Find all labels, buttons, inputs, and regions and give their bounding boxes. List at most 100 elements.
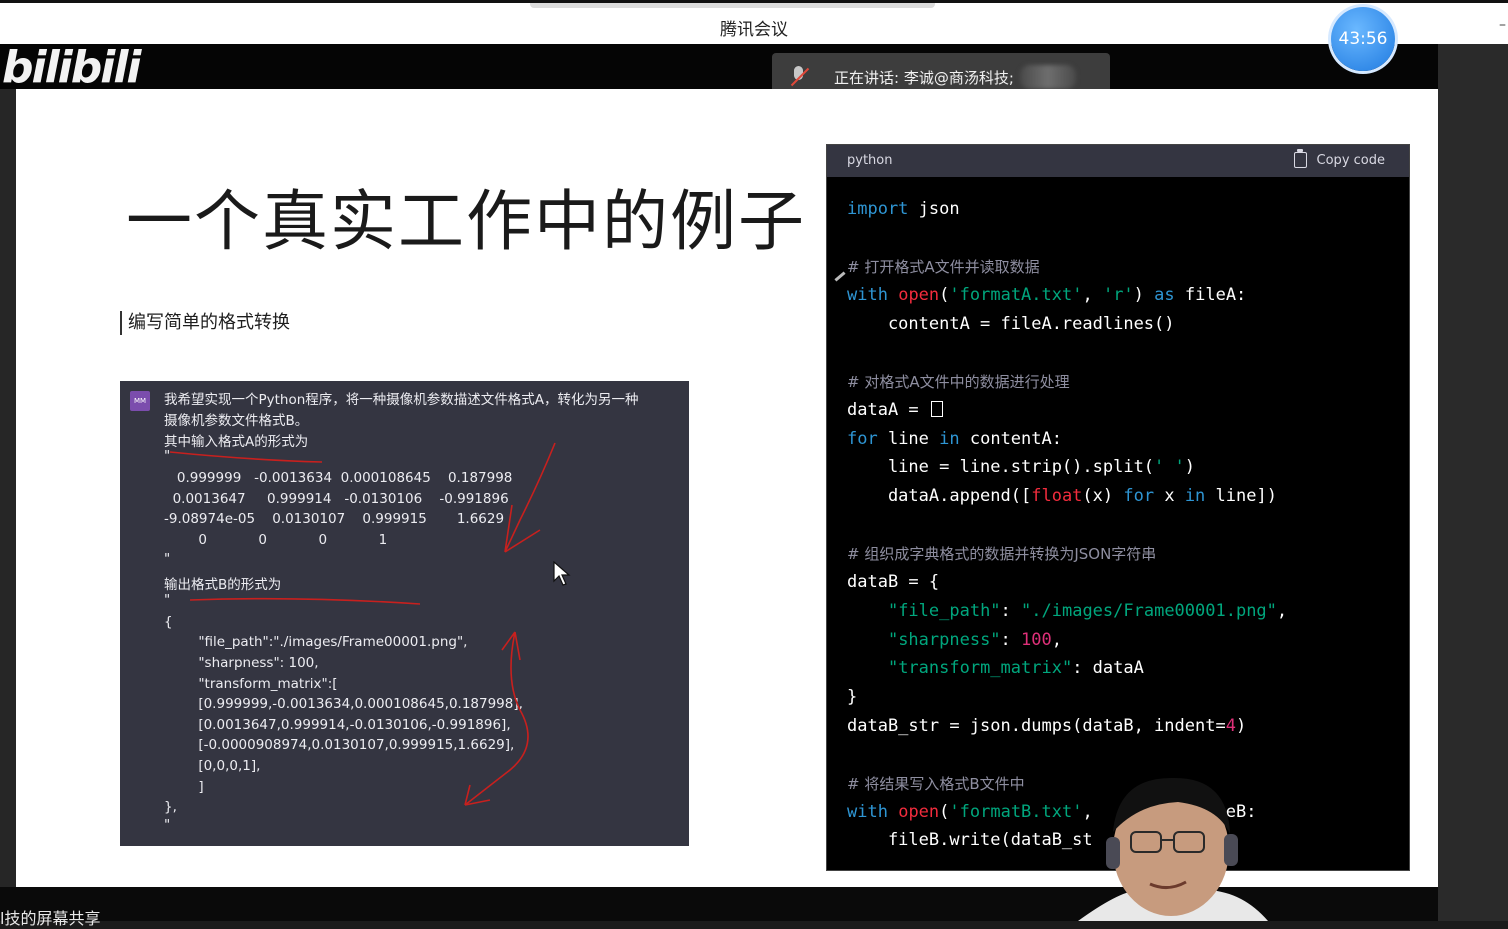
code-token: "file_path" <box>887 601 1001 621</box>
chat-line: [0.0013647,0.999914,-0.0130106,-0.991896… <box>164 717 511 733</box>
code-token: dataA.append([ <box>847 486 1032 506</box>
code-token: # 对格式A文件中的数据进行处理 <box>847 373 1070 391</box>
mouse-pointer-icon <box>553 561 571 586</box>
chat-line: 输出格式B的形式为 <box>164 577 282 593</box>
code-token: json <box>908 199 960 219</box>
left-gutter <box>0 89 16 887</box>
chat-line: 0 0 0 1 <box>164 532 388 548</box>
code-token: ) <box>1184 457 1196 477</box>
copy-code-button[interactable]: Copy code <box>1293 149 1385 168</box>
code-token: open <box>898 802 940 822</box>
code-line: "file_path": "./images/Frame00001.png", <box>847 601 1287 621</box>
code-token: with <box>847 802 888 822</box>
code-token: ( <box>939 802 950 822</box>
chat-line: " <box>164 817 171 833</box>
chat-line: 其中输入格式A的形式为 <box>164 434 309 450</box>
speaking-label: 正在讲话: 李诚@商汤科技; <box>834 68 1014 87</box>
code-line: dataA = <box>847 400 943 420</box>
code-token: for <box>1123 486 1155 506</box>
chat-line: ] <box>164 779 204 795</box>
code-token: ) <box>1133 285 1155 305</box>
code-token: with <box>847 285 888 305</box>
code-token: } <box>847 687 858 707</box>
code-line: dataA.append([float(x) for x in line]) <box>847 486 1277 506</box>
code-token: , <box>1082 285 1103 305</box>
code-line: # 组织成字典格式的数据并转换为JSON字符串 <box>847 543 1156 564</box>
code-token: (x) <box>1082 486 1124 506</box>
code-line: with open('formatA.txt', 'r') as fileA: <box>847 285 1246 305</box>
code-token: line <box>877 429 940 449</box>
code-token: as <box>1154 285 1175 305</box>
chat-line: "transform_matrix":[ <box>164 676 338 692</box>
code-token: x <box>1154 486 1185 506</box>
chat-line: 摄像机参数文件格式B。 <box>164 413 309 429</box>
slide-title: 一个真实工作中的例子 <box>126 183 806 260</box>
code-token: 'r' <box>1102 285 1134 305</box>
code-token: ( <box>939 285 950 305</box>
code-line: # 对格式A文件中的数据进行处理 <box>847 371 1070 392</box>
blurred-name <box>1019 65 1076 89</box>
code-token: : dataA <box>1072 658 1144 678</box>
code-line: line = line.strip().split(' ') <box>847 457 1195 477</box>
chat-line: 0.999999 -0.0013634 0.000108645 0.187998 <box>164 470 513 486</box>
code-token: contentA: <box>959 429 1062 449</box>
code-header: python Copy code <box>827 145 1409 177</box>
code-line: } <box>847 687 857 707</box>
code-token: # 将结果写入格式B文件中 <box>847 775 1025 793</box>
chat-line: [0.999999,-0.0013634,0.000108645,0.18799… <box>164 696 523 712</box>
code-token: dataB_str = json.dumps(dataB, indent= <box>847 716 1226 736</box>
code-token: "./images/Frame00001.png" <box>1021 601 1277 621</box>
code-token: # 组织成字典格式的数据并转换为JSON字符串 <box>847 545 1157 563</box>
chat-line: 我希望实现一个Python程序，将一种摄像机参数描述文件格式A，转化为另一种 <box>164 392 639 408</box>
code-token: open <box>898 285 940 305</box>
code-line: dataB = { <box>847 572 939 592</box>
code-token: float <box>1031 486 1083 506</box>
chat-line: "sharpness": 100, <box>164 655 319 671</box>
code-line: contentA = fileA.readlines() <box>847 314 1175 334</box>
chat-line: " <box>164 551 171 567</box>
clipboard-icon <box>1293 149 1307 168</box>
title-bar: 腾讯会议 – <box>0 0 1508 44</box>
code-line: fileB.write(dataB_st <box>847 830 1093 850</box>
code-line: "transform_matrix": dataA <box>847 658 1144 678</box>
chat-prompt-screenshot: MM 我希望实现一个Python程序，将一种摄像机参数描述文件格式A，转化为另一… <box>120 381 689 846</box>
code-token: 4 <box>1225 716 1236 736</box>
code-token: import <box>847 199 909 219</box>
code-token: fileB.write(dataB_st <box>847 830 1093 850</box>
code-token: # 打开格式A文件并读取数据 <box>847 258 1040 276</box>
code-token: line]) <box>1205 486 1277 506</box>
code-token: "sharpness" <box>887 630 1001 650</box>
code-line: import json <box>847 199 960 219</box>
chat-line: 0.0013647 0.999914 -0.0130106 -0.991896 <box>164 491 509 507</box>
code-token: "transform_matrix" <box>887 658 1073 678</box>
chat-line: "file_path":"./images/Frame00001.png", <box>164 634 468 650</box>
code-block: python Copy code import json # 打开格式A文件并读取… <box>826 144 1410 871</box>
code-token: line = line.strip().split( <box>847 457 1155 477</box>
user-avatar: MM <box>130 391 150 411</box>
screen-share-label: l技的屏幕共享 <box>0 909 101 928</box>
code-token: ) <box>1235 716 1247 736</box>
window-title: 腾讯会议 <box>720 20 788 40</box>
code-token: 100 <box>1021 630 1052 650</box>
chat-line: -9.08974e-05 0.0130107 0.999915 1.6629 <box>164 511 505 527</box>
code-line: # 打开格式A文件并读取数据 <box>847 256 1040 277</box>
code-token: : <box>1000 601 1022 621</box>
chat-line: }, <box>164 799 177 815</box>
right-gutter <box>1438 44 1508 921</box>
empty-list-glyph <box>930 401 943 417</box>
meeting-timer[interactable]: 43:56 <box>1331 7 1395 71</box>
code-language: python <box>847 153 893 168</box>
chat-line: [-0.0000908974,0.0130107,0.999915,1.6629… <box>164 737 515 753</box>
bilibili-logo: bilibili <box>2 42 141 93</box>
webcam-overlay <box>1078 777 1268 921</box>
code-token: dataA = <box>847 400 929 420</box>
video-top-band <box>0 44 1438 89</box>
code-token: , <box>1276 601 1288 621</box>
minimize-button[interactable]: – <box>1499 17 1506 33</box>
tab-hint <box>530 3 935 8</box>
